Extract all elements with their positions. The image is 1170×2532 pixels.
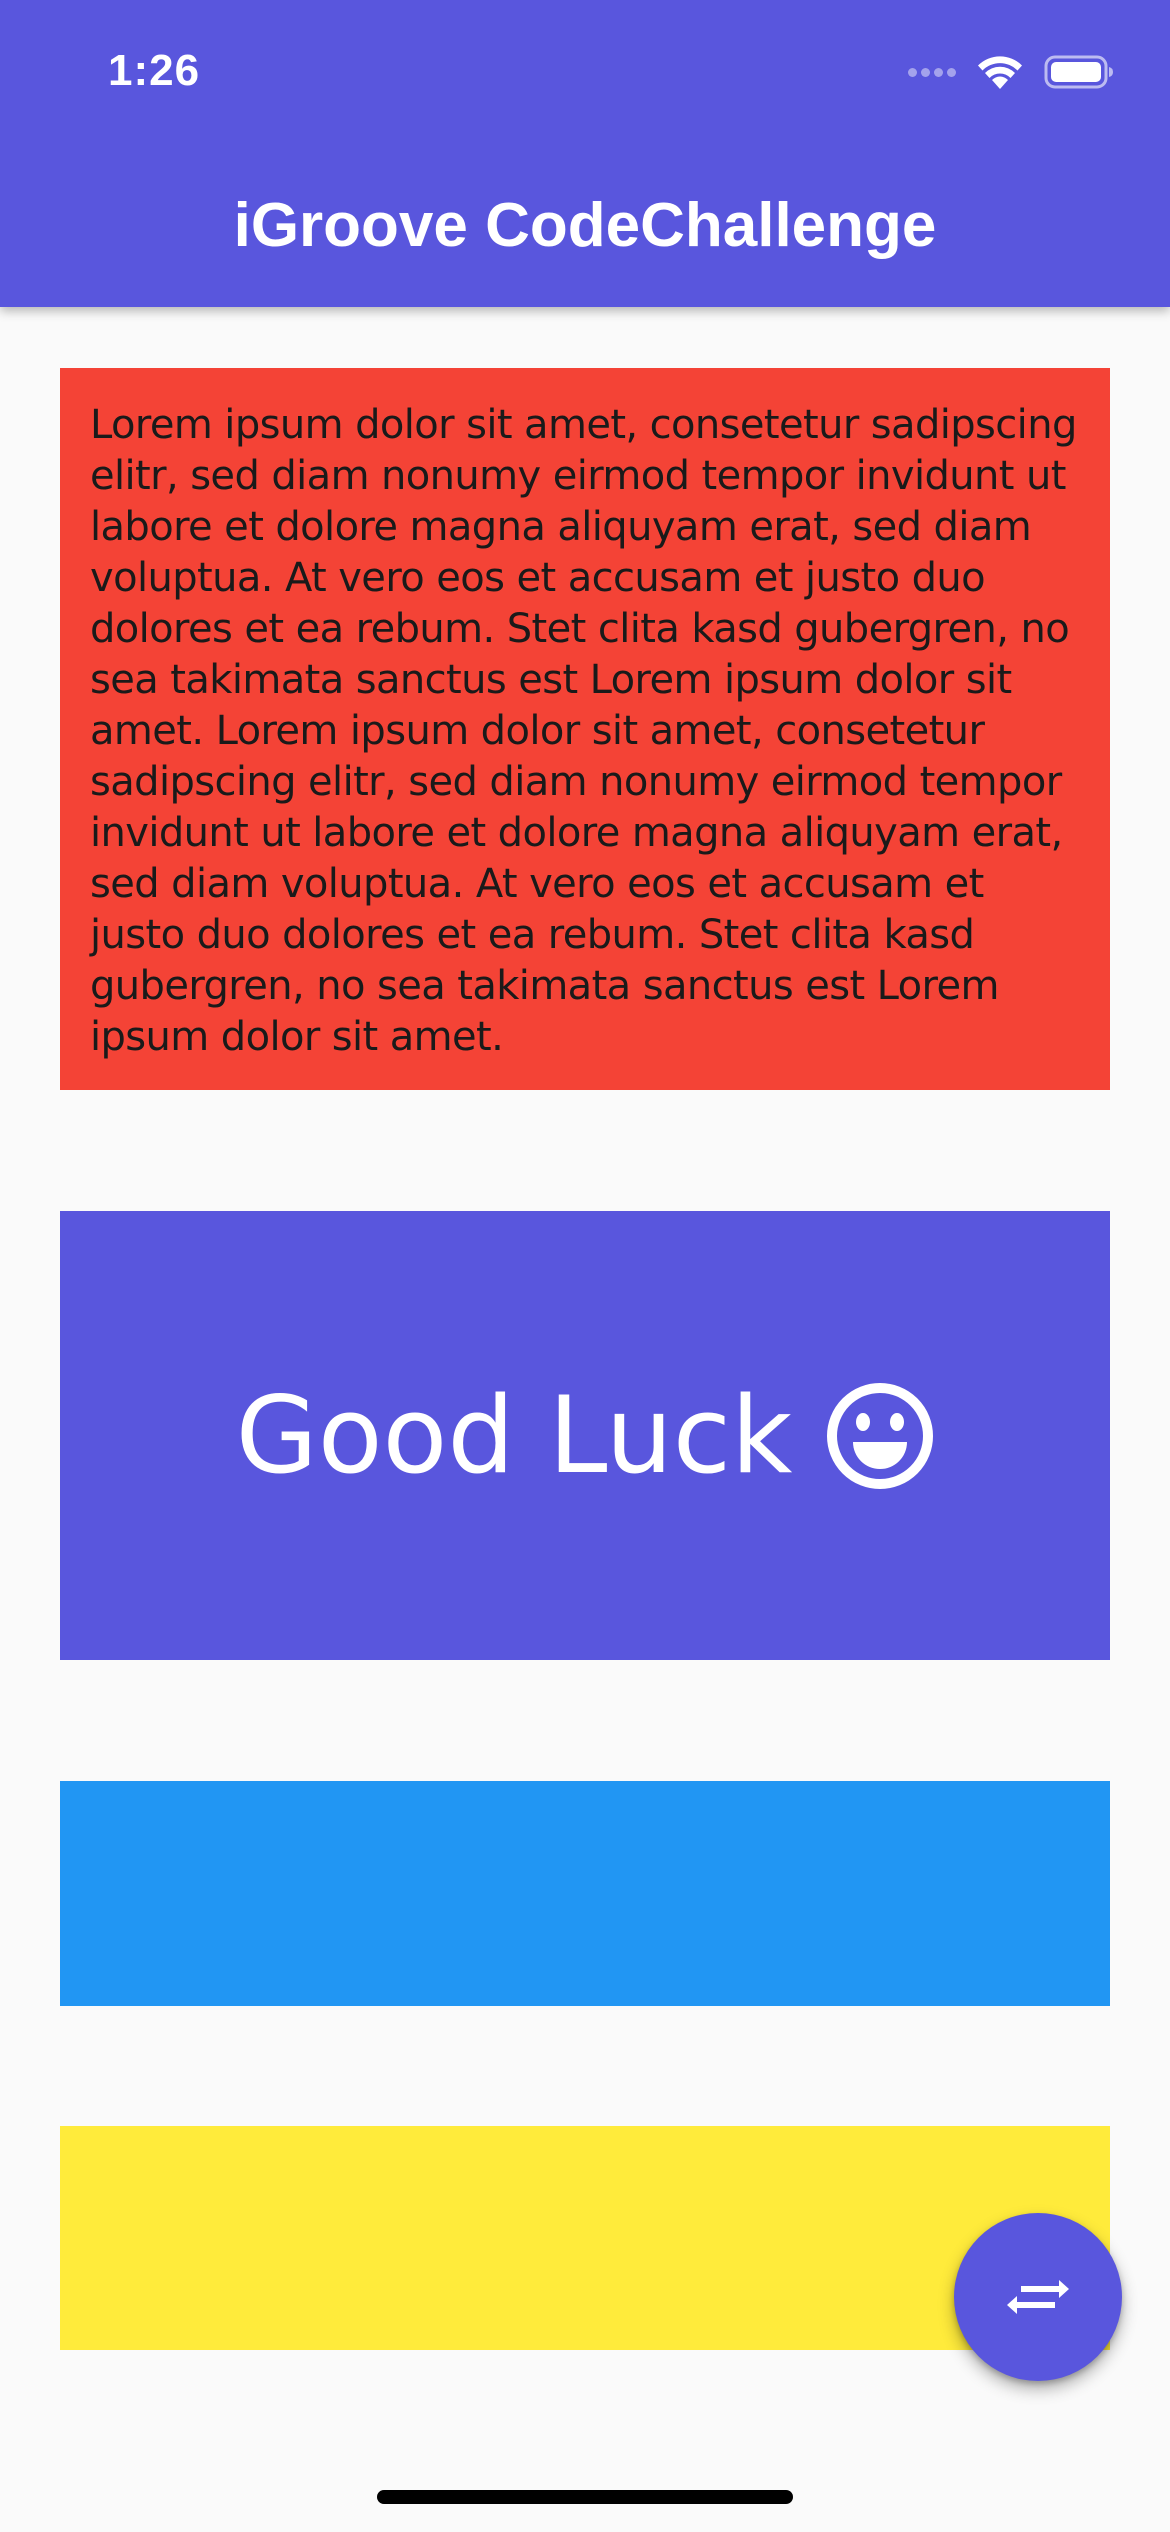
text-card: Lorem ipsum dolor sit amet, consetetur s…	[60, 368, 1110, 1090]
greeting-label: Good Luck	[235, 1374, 793, 1497]
app-bar: 1:26 iGroove CodeChallenge	[0, 0, 1170, 307]
greeting-content: Good Luck	[236, 1374, 935, 1497]
battery-icon	[1044, 54, 1114, 90]
page-title: iGroove CodeChallenge	[233, 191, 937, 260]
swap-fab-button[interactable]	[954, 2213, 1122, 2381]
home-indicator[interactable]	[377, 2490, 793, 2504]
status-time: 1:26	[108, 46, 201, 95]
cellular-signal-icon	[908, 67, 956, 77]
greeting-card: Good Luck	[60, 1211, 1110, 1660]
wifi-icon	[976, 53, 1024, 91]
text-card-body: Lorem ipsum dolor sit amet, consetetur s…	[90, 402, 1077, 1060]
swap-horizontal-icon	[1007, 2280, 1069, 2314]
smiley-face-icon	[826, 1382, 934, 1490]
yellow-card	[60, 2126, 1110, 2350]
blue-card	[60, 1781, 1110, 2006]
status-icons	[908, 52, 1114, 92]
